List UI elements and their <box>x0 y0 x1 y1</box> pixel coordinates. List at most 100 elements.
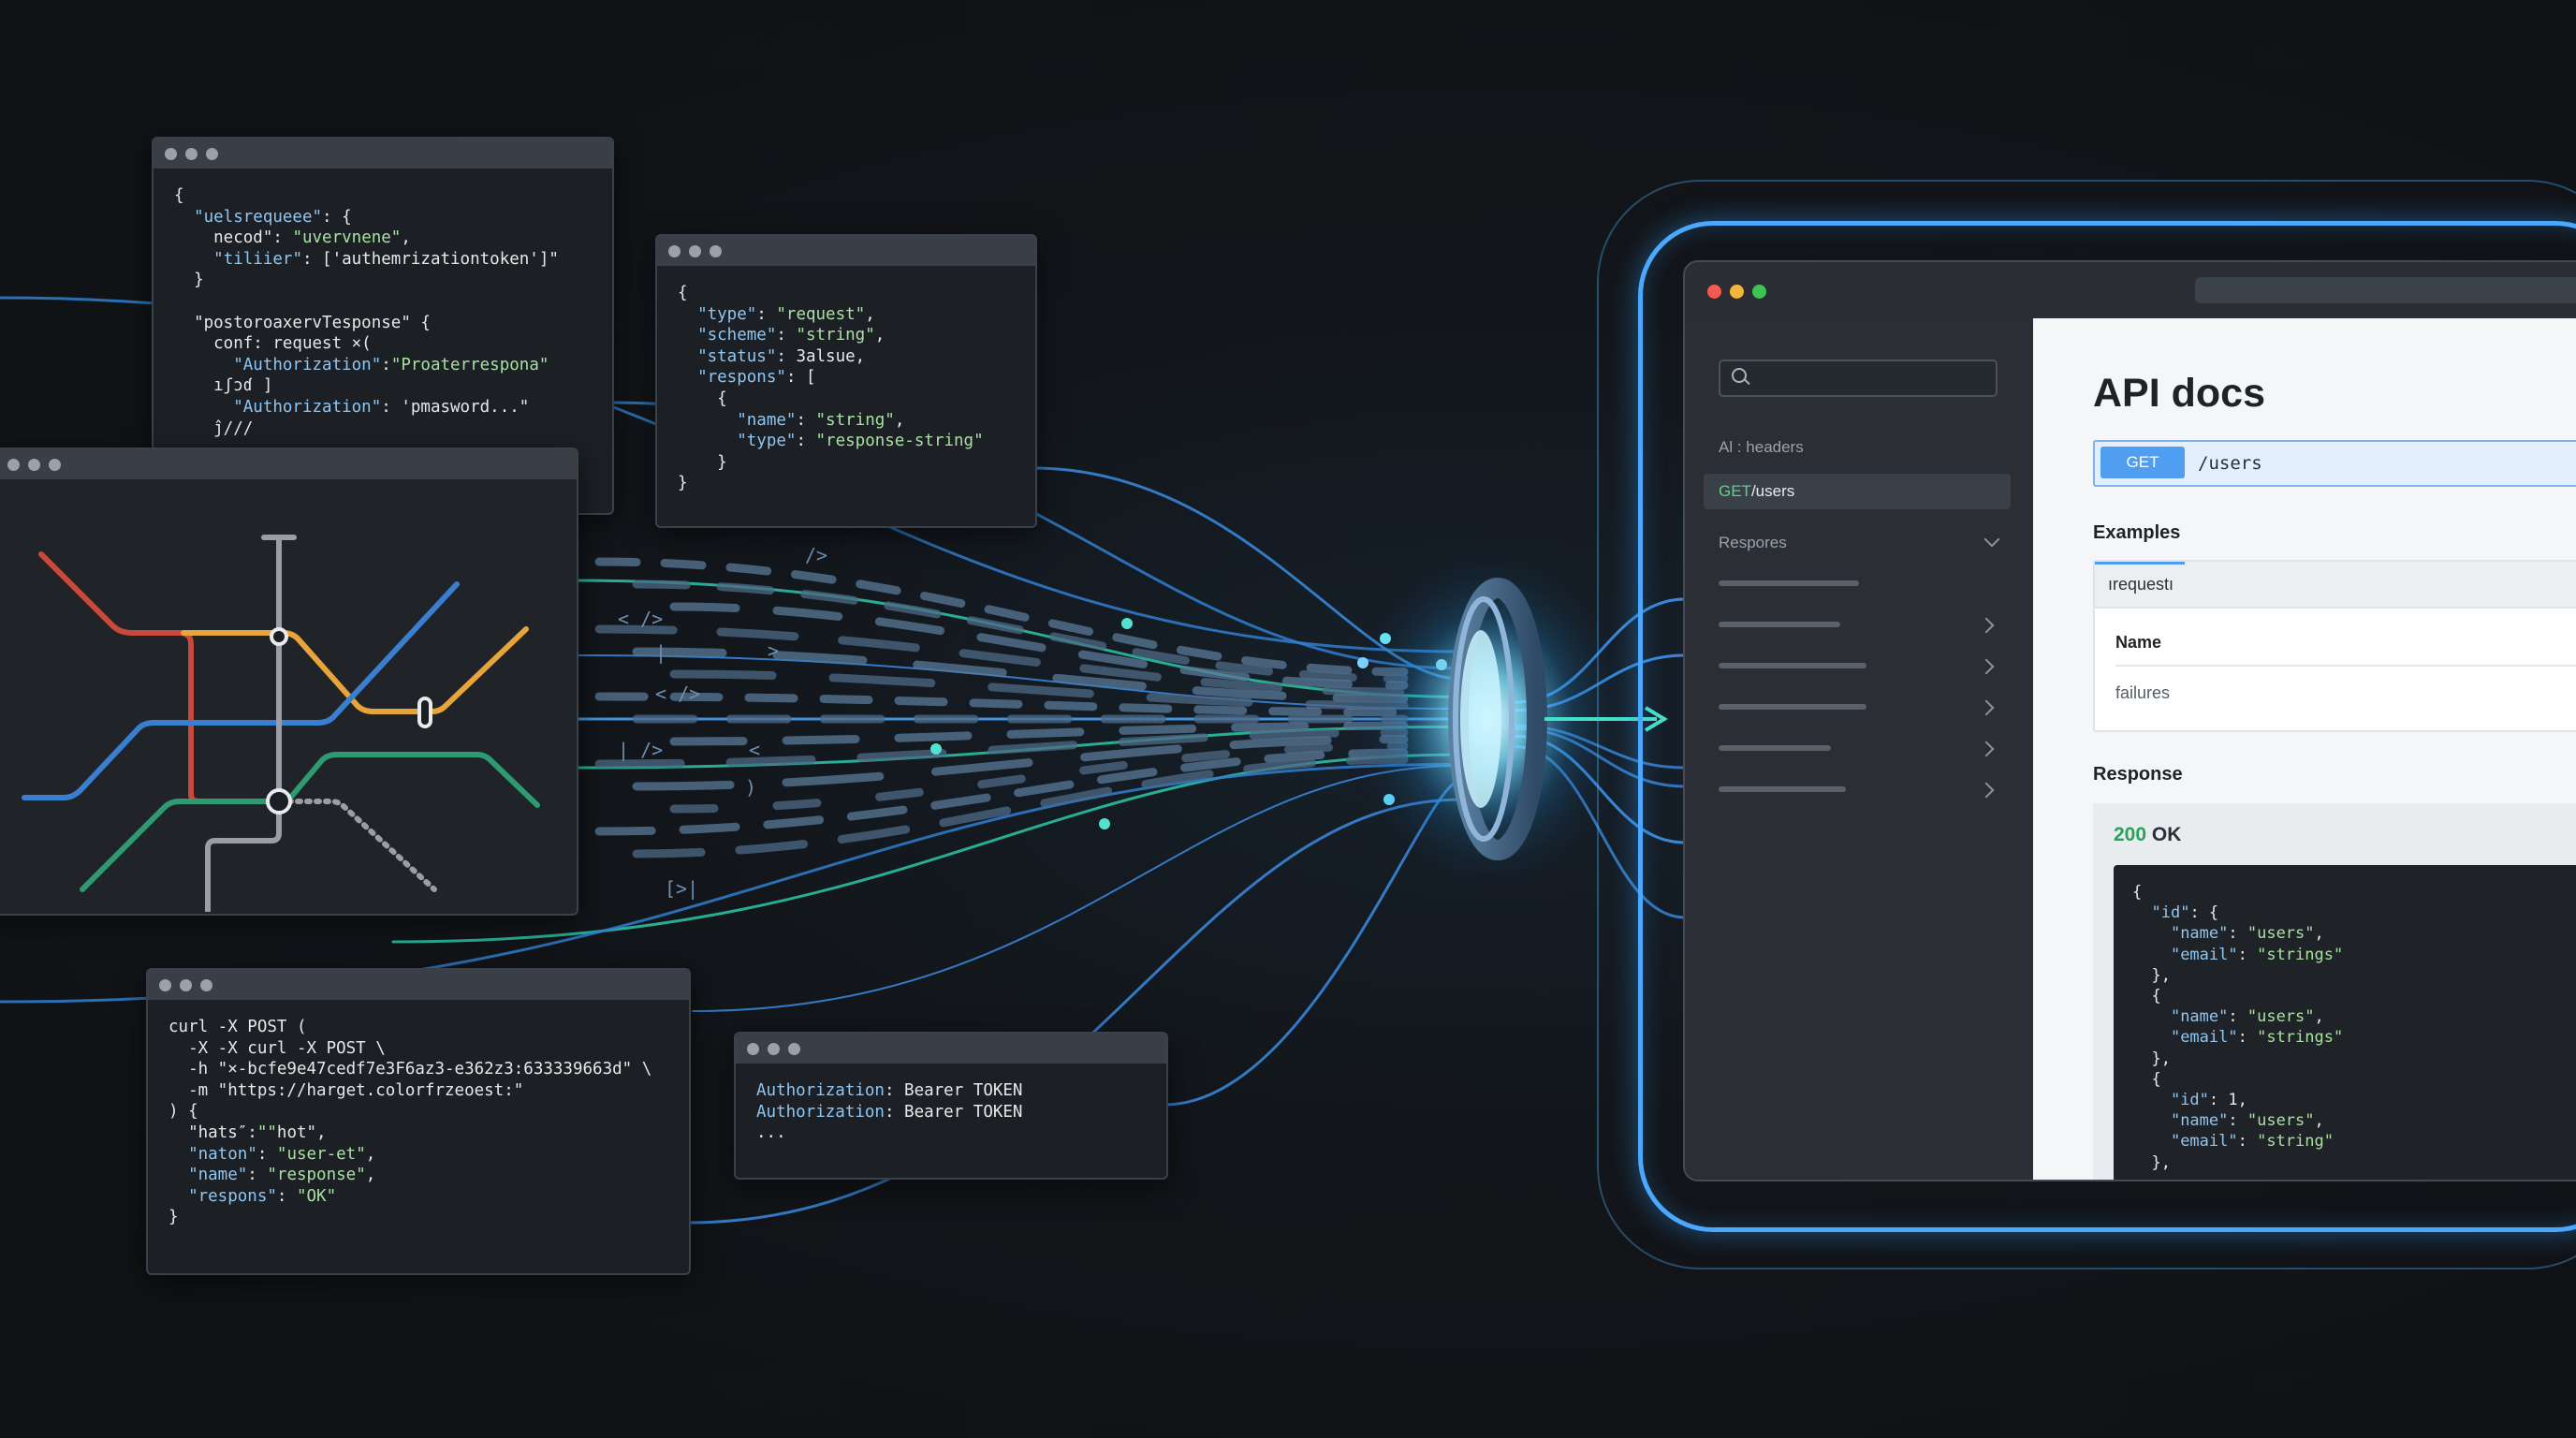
code-line: "Authorization": 'pmasword..." <box>233 397 530 417</box>
response-panel: 200 OK { "id": { "name": "users", "email… <box>2093 803 2576 1180</box>
portal-core <box>1460 630 1501 808</box>
metro-map <box>22 535 540 914</box>
chevron-right-icon[interactable] <box>1978 699 1995 716</box>
code-line: necod": "uvervnene", <box>174 228 411 248</box>
address-bar[interactable] <box>2195 277 2576 303</box>
data-particle <box>1099 818 1110 829</box>
code-block-auth: Authorization: Bearer TOKEN Authorizatio… <box>736 1064 1166 1161</box>
code-line: ıʃɔɗ ] <box>174 376 273 396</box>
code-block-request: { "uelsrequeee": { necod": "uvervnene", … <box>154 169 612 456</box>
metro-line-red <box>38 551 282 804</box>
code-line: Authorization: Bearer TOKEN <box>756 1102 1023 1122</box>
code-line: "hats″:""hot", <box>168 1123 327 1142</box>
response-body: { "id": { "name": "users", "email": "str… <box>2114 865 2576 1180</box>
sidebar-item-placeholder[interactable] <box>1719 663 1866 668</box>
code-line: ĵ/// <box>174 418 254 438</box>
metro-station-interchange <box>266 788 292 814</box>
data-dash-stream <box>669 602 1409 690</box>
sidebar-item-placeholder[interactable] <box>1719 580 1859 586</box>
sidebar-item-placeholder[interactable] <box>1719 786 1846 792</box>
sidebar-item-placeholder[interactable] <box>1719 622 1840 627</box>
response-status: 200 OK <box>2114 824 2181 846</box>
window-dot <box>710 244 722 257</box>
code-line: { <box>174 186 184 205</box>
endpoint-bar[interactable]: GET /users <box>2093 440 2576 487</box>
code-line: "email": "strings" <box>2170 945 2344 964</box>
window-titlebar <box>154 139 612 169</box>
window-dot <box>788 1042 800 1055</box>
code-line: "respons": [ <box>697 368 816 388</box>
window-dot <box>689 244 701 257</box>
chevron-right-icon[interactable] <box>1978 617 1995 634</box>
code-line: "email": "strings" <box>2170 1028 2344 1048</box>
code-line: Authorization: Bearer TOKEN <box>756 1081 1023 1100</box>
stream-glyph: | <box>655 641 666 664</box>
metro-map-window <box>0 448 578 916</box>
docs-content: API docs GET /users Examples ırequestı N… <box>2033 318 2576 1180</box>
code-line: { <box>2132 1069 2161 1089</box>
docs-sidebar: Al : headers GET/users Respores <box>1685 318 2033 1180</box>
metro-station-interchange <box>270 627 288 646</box>
chevron-right-icon[interactable] <box>1978 741 1995 757</box>
chevron-down-icon[interactable] <box>1983 531 2000 548</box>
code-line: "type": "response-string" <box>737 432 984 451</box>
metro-station-capsule <box>417 697 432 728</box>
window-dot <box>28 458 40 471</box>
data-dash-stream <box>632 755 1409 858</box>
code-line: "uelsrequeee": { <box>194 207 352 227</box>
stream-glyph: ) <box>745 776 756 799</box>
metro-line-orange <box>181 626 529 714</box>
code-line: }, <box>2132 1152 2171 1172</box>
window-titlebar <box>736 1034 1166 1064</box>
chevron-right-icon[interactable] <box>1978 658 1995 675</box>
close-window-button[interactable] <box>1707 285 1721 299</box>
maximize-window-button[interactable] <box>1752 285 1766 299</box>
code-line: "id": { <box>2151 903 2219 923</box>
code-line: { <box>2132 987 2161 1006</box>
code-line: "scheme": "string", <box>697 326 886 345</box>
method-badge-get[interactable]: GET <box>2100 447 2185 478</box>
sidebar-item-placeholder[interactable] <box>1719 745 1831 751</box>
sidebar-item-placeholder[interactable] <box>1719 704 1866 710</box>
stream-glyph: < /> <box>618 608 663 630</box>
page-title: API docs <box>2093 371 2265 416</box>
stream-glyph: [>| <box>665 877 698 900</box>
window-titlebar <box>657 236 1035 266</box>
browser-titlebar <box>1685 262 2576 318</box>
code-line: "name": "users", <box>2170 1007 2324 1027</box>
window-dot <box>180 978 192 991</box>
sidebar-section-responses[interactable]: Respores <box>1719 534 1787 552</box>
code-window-curl: curl -X POST ( -X -X curl -X POST \ -h "… <box>146 968 691 1275</box>
code-block-type: { "type": "request", "scheme": "string",… <box>657 266 1035 511</box>
window-dot <box>165 147 177 160</box>
stream-glyph: /> <box>805 544 827 566</box>
tab-request[interactable]: ırequestı <box>2095 562 2576 609</box>
code-window-auth: Authorization: Bearer TOKEN Authorizatio… <box>734 1032 1168 1180</box>
code-line: "name": "string", <box>737 410 905 430</box>
response-code-block: { "id": { "name": "users", "email": "str… <box>2114 865 2576 1180</box>
chevron-right-icon[interactable] <box>1978 782 1995 799</box>
code-line: -h "×-bcfe9e47cedf7e3F6az3-e362z3:633339… <box>168 1060 652 1079</box>
example-value: failures <box>2115 683 2171 702</box>
code-line: } <box>174 271 204 290</box>
minimize-window-button[interactable] <box>1730 285 1744 299</box>
code-line: "naton": "user-et", <box>188 1144 376 1164</box>
sidebar-section-headers[interactable]: Al : headers <box>1719 438 1804 457</box>
examples-panel: ırequestı Name failures <box>2093 560 2576 732</box>
sidebar-search-input[interactable] <box>1719 360 1998 397</box>
status-text: OK <box>2151 824 2182 845</box>
window-dot <box>768 1042 780 1055</box>
status-code: 200 <box>2114 824 2147 845</box>
code-line: curl -X POST ( <box>168 1018 307 1036</box>
code-line: "id": 1, <box>2170 1091 2247 1110</box>
active-tab-indicator <box>2095 562 2185 565</box>
sidebar-item-get-users[interactable]: GET/users <box>1704 474 2011 509</box>
data-particle <box>1121 618 1133 629</box>
code-line: { <box>678 284 688 302</box>
metro-line-green <box>80 752 540 892</box>
code-line: -m "https://harget.colorfrzeoest:" <box>168 1080 524 1100</box>
window-dot <box>200 978 212 991</box>
window-titlebar <box>0 449 577 479</box>
window-dot <box>159 978 171 991</box>
code-line: { <box>2132 883 2143 902</box>
